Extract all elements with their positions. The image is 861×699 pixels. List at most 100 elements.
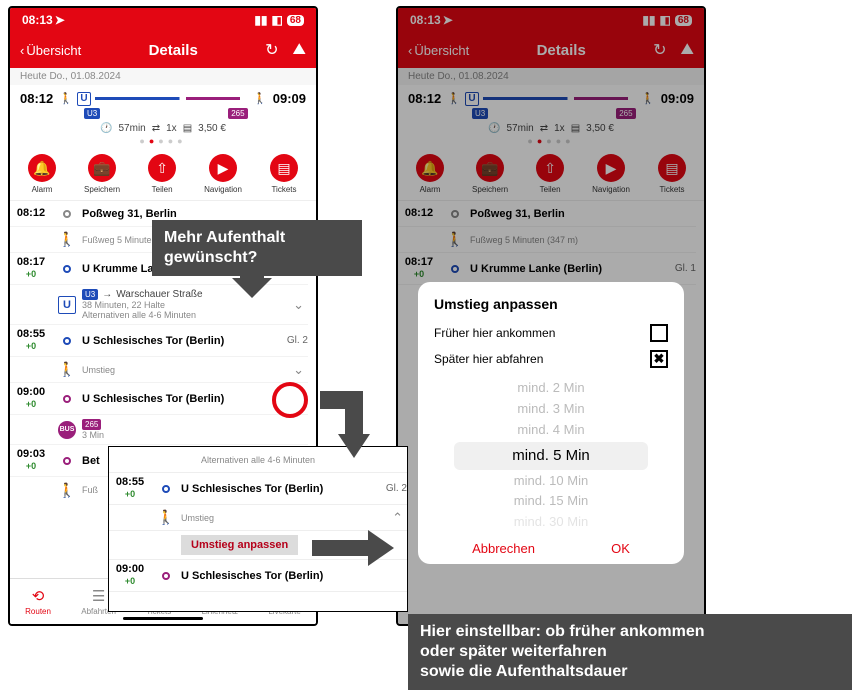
annotation-line: Mehr Aufenthalt	[164, 229, 285, 246]
annotation-settings: Hier einstellbar: ob früher ankommen ode…	[408, 614, 852, 690]
arrow-icon: →	[102, 289, 112, 300]
walk-icon: 🚶	[59, 92, 73, 105]
action-row: 🔔Alarm 💼Speichern ⇧Teilen ▶Navigation ▤T…	[10, 150, 316, 201]
refresh-icon[interactable]: ↻	[265, 40, 278, 60]
picker-option[interactable]: mind. 10 Min	[434, 471, 668, 492]
option-arrive-earlier[interactable]: Früher hier ankommen	[434, 324, 668, 342]
stop-name: U Schlesisches Tor (Berlin)	[181, 483, 369, 495]
refresh-icon[interactable]: ↻	[653, 40, 666, 60]
segment-row[interactable]: BUS 2653 Min	[10, 415, 308, 445]
chevron-down-icon[interactable]: ⌄	[293, 297, 308, 313]
delay: +0	[125, 576, 135, 586]
picker-option[interactable]: mind. 4 Min	[434, 420, 668, 441]
action-save[interactable]: 💼Speichern	[472, 154, 508, 194]
home-indicator[interactable]	[123, 617, 203, 620]
action-share[interactable]: ⇧Teilen	[536, 154, 564, 194]
u-icon: U	[465, 92, 479, 106]
node-icon	[63, 337, 71, 345]
ticket-icon: ▤	[183, 123, 192, 134]
stop-name: U Schlesisches Tor (Berlin)	[82, 393, 302, 405]
action-label: Navigation	[592, 185, 630, 194]
adjust-transfer-button[interactable]: Umstieg anpassen	[181, 535, 298, 555]
page-dots[interactable]: ●●●●●	[20, 136, 306, 146]
option-depart-later[interactable]: Später hier abfahren ✖	[434, 350, 668, 368]
date-label: Heute Do., 01.08.2024	[10, 68, 316, 85]
route-icon: ⟲	[32, 587, 45, 605]
line-badge: 265	[82, 419, 101, 430]
share-icon: ⇧	[536, 154, 564, 182]
play-icon: ▶	[209, 154, 237, 182]
walk-icon: 🚶	[58, 231, 75, 248]
segment-sub: 3 Min	[82, 430, 302, 440]
annotation-line: gewünscht?	[164, 249, 257, 266]
back-label: Übersicht	[26, 43, 81, 58]
page-dots[interactable]: ●●●●●	[408, 136, 694, 146]
map-icon[interactable]: ⛰	[681, 41, 694, 59]
chevron-down-icon[interactable]: ⌄	[293, 362, 308, 378]
walk-icon: 🚶	[58, 482, 75, 499]
timeline[interactable]: 08:12Poßweg 31, Berlin 🚶Fußweg 5 Minuten…	[398, 201, 704, 285]
action-navigate[interactable]: ▶Navigation	[592, 154, 630, 194]
transfer-label: Umstieg	[82, 365, 287, 375]
map-icon[interactable]: ⛰	[293, 41, 306, 59]
ticket-icon: ▤	[270, 154, 298, 182]
action-label: Teilen	[152, 185, 173, 194]
transfers: 1x	[166, 123, 177, 134]
bell-icon: 🔔	[28, 154, 56, 182]
duration-picker[interactable]: mind. 2 Min mind. 3 Min mind. 4 Min mind…	[434, 378, 668, 533]
chevron-up-icon[interactable]: ⌃	[392, 510, 407, 526]
action-label: Alarm	[32, 185, 53, 194]
line-badge-265: 265	[228, 108, 247, 119]
stop-time: 08:55	[116, 476, 144, 488]
action-share[interactable]: ⇧Teilen	[148, 154, 176, 194]
phone-right: 08:13 ➤ ▮▮◧68 ‹Übersicht Details ↻⛰ Heut…	[396, 6, 706, 626]
dep-time: 08:12	[408, 91, 441, 106]
excerpt-panel: Alternativen alle 4-6 Minuten 08:55+0 U …	[108, 446, 408, 612]
action-tickets[interactable]: ▤Tickets	[658, 154, 686, 194]
tab-routes[interactable]: ⟲Routen	[25, 587, 51, 616]
line-badge: U3	[82, 289, 98, 300]
price: 3,50 €	[586, 123, 614, 134]
highlight-circle	[272, 382, 308, 418]
node-icon	[63, 395, 71, 403]
action-alarm[interactable]: 🔔 Alarm	[28, 154, 56, 194]
picker-option-selected[interactable]: mind. 5 Min	[454, 442, 648, 470]
status-time: 08:13	[22, 13, 53, 27]
action-tickets[interactable]: ▤Tickets	[270, 154, 298, 194]
picker-option[interactable]: mind. 30 Min	[434, 512, 668, 533]
node-icon	[63, 265, 71, 273]
action-navigate[interactable]: ▶ Navigation	[204, 154, 242, 194]
transfer-row[interactable]: 🚶 Umstieg ⌄	[10, 357, 308, 383]
walk-icon: 🚶	[641, 92, 655, 105]
arrow-right-icon	[312, 530, 394, 566]
price: 3,50 €	[198, 123, 226, 134]
action-label: Navigation	[204, 185, 242, 194]
picker-option[interactable]: mind. 3 Min	[434, 399, 668, 420]
action-alarm[interactable]: 🔔Alarm	[416, 154, 444, 194]
ok-button[interactable]: OK	[611, 541, 630, 556]
nav-header: ‹ Übersicht Details ↻ ⛰	[10, 32, 316, 68]
chevron-left-icon: ‹	[408, 43, 412, 58]
walk-icon: 🚶	[447, 92, 461, 105]
line-badge-u3: U3	[84, 108, 100, 119]
action-save[interactable]: 💼Speichern	[84, 154, 120, 194]
transfers: 1x	[554, 123, 565, 134]
walk-icon: 🚶	[157, 509, 174, 526]
clock-icon: 🕐	[488, 123, 500, 134]
back-button[interactable]: ‹Übersicht	[408, 43, 469, 58]
status-bar: 08:13 ➤ ▮▮ ◧ 68	[10, 8, 316, 32]
battery-badge: 68	[287, 15, 304, 26]
delay: +0	[125, 489, 135, 499]
picker-option[interactable]: mind. 2 Min	[434, 378, 668, 399]
stop-time: 08:17+0	[10, 257, 52, 280]
node-icon	[451, 210, 459, 218]
transfer-modal: Umstieg anpassen Früher hier ankommen Sp…	[418, 282, 684, 564]
journey-bar	[483, 97, 637, 100]
modal-title: Umstieg anpassen	[434, 296, 668, 312]
back-button[interactable]: ‹ Übersicht	[20, 43, 81, 58]
checkbox-unchecked[interactable]	[650, 324, 668, 342]
cancel-button[interactable]: Abbrechen	[472, 541, 535, 556]
picker-option[interactable]: mind. 15 Min	[434, 491, 668, 512]
bus-icon: BUS	[58, 421, 76, 439]
checkbox-checked[interactable]: ✖	[650, 350, 668, 368]
